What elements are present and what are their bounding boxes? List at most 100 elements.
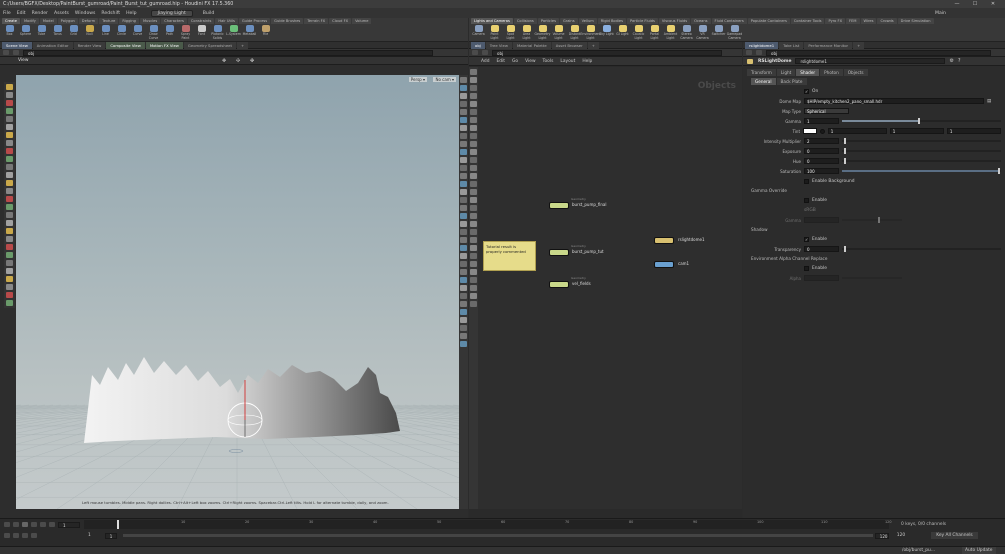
display-option-icon[interactable]: [460, 181, 467, 187]
forward-icon[interactable]: [13, 50, 19, 55]
stop-icon[interactable]: [22, 522, 28, 527]
left-tool-grid[interactable]: Grid: [66, 24, 81, 37]
alpha-slider[interactable]: [842, 275, 902, 281]
gear-icon[interactable]: ⚙: [949, 58, 953, 64]
display-option-icon[interactable]: [460, 237, 467, 243]
realtime-icon[interactable]: [13, 533, 19, 538]
display-option-icon[interactable]: [460, 285, 467, 291]
display-option-icon[interactable]: [460, 261, 467, 267]
viewer-tool-icon[interactable]: [6, 164, 13, 170]
display-option-icon[interactable]: [460, 205, 467, 211]
viewer-tool-icon[interactable]: [6, 212, 13, 218]
hue-slider[interactable]: [842, 158, 1001, 164]
tint-swatch[interactable]: [803, 128, 817, 134]
end-frame-field[interactable]: 120: [874, 532, 889, 539]
gamma-field[interactable]: 1: [804, 118, 839, 124]
network-tool-icon[interactable]: [470, 269, 477, 275]
left-tool-l-system[interactable]: L-System: [226, 24, 241, 37]
display-option-icon[interactable]: [460, 253, 467, 259]
forward-icon[interactable]: [482, 50, 488, 55]
net-menu-layout[interactable]: Layout: [560, 59, 575, 64]
add-tab-icon[interactable]: +: [236, 41, 249, 49]
network-tool-icon[interactable]: [470, 101, 477, 107]
gamma-override-field[interactable]: [804, 217, 839, 223]
tab-rslightdome1[interactable]: rslightdome1: [745, 41, 779, 49]
network-tool-icon[interactable]: [470, 117, 477, 123]
main-desktop-menu[interactable]: Main: [935, 11, 946, 16]
viewer-tool-icon[interactable]: [6, 276, 13, 282]
tab-composite-view[interactable]: Composite View: [106, 41, 145, 49]
node-vel-fields[interactable]: Geometry vel_fields: [549, 276, 591, 288]
network-tool-icon[interactable]: [470, 165, 477, 171]
node-body[interactable]: [654, 261, 674, 268]
network-tool-icon[interactable]: [470, 261, 477, 267]
left-tool-draw-curve[interactable]: Draw Curve: [146, 24, 161, 40]
right-tab-populate-containers[interactable]: Populate Containers: [747, 18, 790, 24]
enable-background-checkbox[interactable]: [804, 178, 809, 184]
left-tool-font[interactable]: Font: [194, 24, 209, 37]
right-tool-sky-light[interactable]: Sky Light: [599, 24, 614, 37]
network-tool-icon[interactable]: [470, 301, 477, 307]
right-tool-environment-light[interactable]: Environment Light: [580, 24, 601, 40]
range-slider[interactable]: [122, 534, 873, 537]
map-type-dropdown[interactable]: Spherical: [804, 108, 849, 114]
tab-back-plate[interactable]: Back Plate: [776, 78, 807, 85]
jump-end-icon[interactable]: [49, 522, 55, 527]
network-tool-icon[interactable]: [470, 213, 477, 219]
tint-b-field[interactable]: 1: [946, 128, 1001, 134]
viewer-tool-icon[interactable]: [6, 204, 13, 210]
network-tool-icon[interactable]: [470, 93, 477, 99]
tab-light[interactable]: Light: [776, 69, 796, 76]
alpha-field[interactable]: [804, 275, 839, 281]
tumble-icon[interactable]: ✥: [222, 58, 226, 64]
persp-menu[interactable]: Persp ▾: [408, 77, 427, 82]
tab-animation-editor[interactable]: Animation Editor: [32, 41, 73, 49]
left-tool-circle[interactable]: Circle: [114, 24, 129, 37]
tab-tree-view[interactable]: Tree View: [485, 41, 512, 49]
network-tool-icon[interactable]: [470, 277, 477, 283]
gamma-slider[interactable]: [842, 118, 1001, 124]
viewer-tool-icon[interactable]: [6, 284, 13, 290]
desktop-selector[interactable]: Jiaying Light: [150, 9, 193, 17]
node-body[interactable]: [654, 237, 674, 244]
tab-take-list[interactable]: Take List: [779, 41, 804, 49]
viewer-tool-icon[interactable]: [6, 180, 13, 186]
net-menu-view[interactable]: View: [525, 59, 535, 64]
viewer-tool-icon[interactable]: [6, 268, 13, 274]
viewer-tool-icon[interactable]: [6, 108, 13, 114]
network-path-field[interactable]: obj: [492, 49, 722, 56]
display-option-icon[interactable]: [460, 197, 467, 203]
gamma-override-enable-checkbox[interactable]: [804, 197, 809, 203]
display-option-icon[interactable]: [460, 245, 467, 251]
menu-edit[interactable]: Edit: [17, 11, 26, 16]
network-tool-icon[interactable]: [470, 173, 477, 179]
node-burst-pump-tut[interactable]: Geometry burst_pump_tut: [549, 244, 604, 256]
loop-icon[interactable]: [22, 533, 28, 538]
auto-update-button[interactable]: Auto Update: [962, 547, 996, 554]
network-canvas[interactable]: Objects Geometry burst_pump_final Geomet…: [469, 67, 742, 509]
tint-r-field[interactable]: 1: [827, 128, 887, 134]
left-tool-metaball[interactable]: Metaball: [242, 24, 257, 37]
close-button[interactable]: ✕: [986, 0, 1000, 8]
network-tool-icon[interactable]: [470, 181, 477, 187]
right-tool-portal-light[interactable]: Portal Light: [647, 24, 662, 40]
viewer-tool-icon[interactable]: [6, 140, 13, 146]
minimize-button[interactable]: —: [950, 0, 964, 8]
network-tool-icon[interactable]: [470, 285, 477, 291]
build-menu[interactable]: Build: [203, 11, 215, 16]
right-tool-gamepad-camera[interactable]: Gamepad Camera: [727, 24, 742, 40]
saturation-slider[interactable]: [842, 168, 1001, 174]
net-menu-edit[interactable]: Edit: [497, 59, 506, 64]
viewer-tool-icon[interactable]: [6, 116, 13, 122]
viewer-tool-icon[interactable]: [6, 132, 13, 138]
viewer-tool-icon[interactable]: [6, 300, 13, 306]
left-tab-guide-brushes[interactable]: Guide Brushes: [271, 18, 304, 24]
back-icon[interactable]: [3, 50, 9, 55]
left-tool-box[interactable]: Box: [2, 24, 17, 37]
param-path-field[interactable]: obj: [766, 49, 991, 56]
display-option-icon[interactable]: [460, 173, 467, 179]
tab-transform[interactable]: Transform: [747, 69, 776, 76]
menu-file[interactable]: File: [3, 11, 11, 16]
menu-help[interactable]: Help: [126, 11, 136, 16]
viewer-tool-icon[interactable]: [6, 252, 13, 258]
